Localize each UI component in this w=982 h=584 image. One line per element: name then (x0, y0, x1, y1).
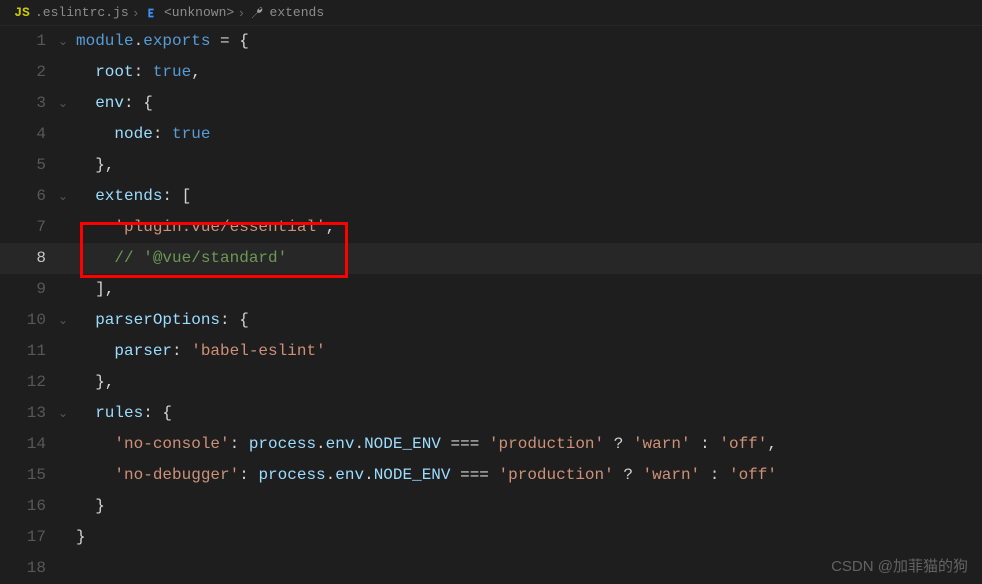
code-line[interactable]: 8 // '@vue/standard' (0, 243, 982, 274)
line-number: 6 (0, 181, 58, 212)
code-editor[interactable]: 1⌄module.exports = {2 root: true,3⌄ env:… (0, 26, 982, 584)
code-content[interactable]: }, (76, 367, 114, 398)
code-line[interactable]: 3⌄ env: { (0, 88, 982, 119)
line-number: 14 (0, 429, 58, 460)
code-line[interactable]: 14 'no-console': process.env.NODE_ENV ==… (0, 429, 982, 460)
fold-gutter[interactable]: ⌄ (58, 305, 76, 336)
code-content[interactable]: parser: 'babel-eslint' (76, 336, 326, 367)
fold-gutter[interactable]: ⌄ (58, 26, 76, 57)
fold-gutter (58, 119, 76, 150)
code-content[interactable]: ], (76, 274, 114, 305)
chevron-down-icon[interactable]: ⌄ (58, 26, 68, 57)
line-number: 8 (0, 243, 58, 274)
line-number: 12 (0, 367, 58, 398)
code-content[interactable]: rules: { (76, 398, 172, 429)
code-content[interactable]: } (76, 522, 86, 553)
js-file-icon: JS (14, 5, 30, 21)
code-content[interactable]: node: true (76, 119, 210, 150)
fold-gutter (58, 367, 76, 398)
fold-gutter[interactable]: ⌄ (58, 398, 76, 429)
fold-gutter[interactable]: ⌄ (58, 181, 76, 212)
chevron-right-icon: › (134, 5, 138, 20)
line-number: 2 (0, 57, 58, 88)
fold-gutter (58, 522, 76, 553)
code-line[interactable]: 12 }, (0, 367, 982, 398)
code-content[interactable]: extends: [ (76, 181, 191, 212)
fold-gutter (58, 57, 76, 88)
code-content[interactable]: 'plugin:vue/essential', (76, 212, 335, 243)
code-content[interactable]: 'no-console': process.env.NODE_ENV === '… (76, 429, 777, 460)
code-line[interactable]: 6⌄ extends: [ (0, 181, 982, 212)
fold-gutter (58, 274, 76, 305)
line-number: 9 (0, 274, 58, 305)
line-number: 11 (0, 336, 58, 367)
code-content[interactable]: }, (76, 150, 114, 181)
code-line[interactable]: 16 } (0, 491, 982, 522)
line-number: 1 (0, 26, 58, 57)
code-content[interactable]: 'no-debugger': process.env.NODE_ENV === … (76, 460, 777, 491)
fold-gutter (58, 460, 76, 491)
code-line[interactable]: 4 node: true (0, 119, 982, 150)
code-content[interactable]: parserOptions: { (76, 305, 249, 336)
fold-gutter (58, 491, 76, 522)
code-line[interactable]: 1⌄ module.exports = { (0, 26, 982, 57)
chevron-down-icon[interactable]: ⌄ (58, 181, 68, 212)
code-line[interactable]: 15 'no-debugger': process.env.NODE_ENV =… (0, 460, 982, 491)
code-line[interactable]: 13⌄ rules: { (0, 398, 982, 429)
object-icon (143, 5, 159, 21)
line-number: 17 (0, 522, 58, 553)
wrench-icon (249, 5, 265, 21)
code-line[interactable]: 5 }, (0, 150, 982, 181)
code-line[interactable]: 17} (0, 522, 982, 553)
chevron-down-icon[interactable]: ⌄ (58, 305, 68, 336)
breadcrumb-file[interactable]: .eslintrc.js (35, 5, 129, 20)
fold-gutter (58, 212, 76, 243)
line-number: 16 (0, 491, 58, 522)
line-number: 5 (0, 150, 58, 181)
code-line[interactable]: 9 ], (0, 274, 982, 305)
fold-gutter (58, 429, 76, 460)
breadcrumb[interactable]: JS .eslintrc.js › <unknown> › extends (0, 0, 982, 26)
breadcrumb-unknown[interactable]: <unknown> (164, 5, 234, 20)
chevron-down-icon[interactable]: ⌄ (58, 88, 68, 119)
watermark: CSDN @加菲猫的狗 (831, 555, 968, 576)
line-number: 15 (0, 460, 58, 491)
code-content[interactable]: module.exports = { (76, 26, 249, 57)
code-content[interactable]: root: true, (76, 57, 201, 88)
code-content[interactable]: // '@vue/standard' (76, 243, 287, 274)
code-line[interactable]: 11 parser: 'babel-eslint' (0, 336, 982, 367)
chevron-right-icon: › (239, 5, 243, 20)
fold-gutter (58, 243, 76, 274)
line-number: 18 (0, 553, 58, 584)
fold-gutter[interactable]: ⌄ (58, 88, 76, 119)
fold-gutter (58, 553, 76, 584)
line-number: 4 (0, 119, 58, 150)
fold-gutter (58, 336, 76, 367)
line-number: 3 (0, 88, 58, 119)
line-number: 13 (0, 398, 58, 429)
line-number: 7 (0, 212, 58, 243)
chevron-down-icon[interactable]: ⌄ (58, 398, 68, 429)
fold-gutter (58, 150, 76, 181)
code-content[interactable]: env: { (76, 88, 153, 119)
code-line[interactable]: 2 root: true, (0, 57, 982, 88)
code-line[interactable]: 7 'plugin:vue/essential', (0, 212, 982, 243)
code-line[interactable]: 10⌄ parserOptions: { (0, 305, 982, 336)
breadcrumb-extends[interactable]: extends (270, 5, 325, 20)
line-number: 10 (0, 305, 58, 336)
code-content[interactable]: } (76, 491, 105, 522)
